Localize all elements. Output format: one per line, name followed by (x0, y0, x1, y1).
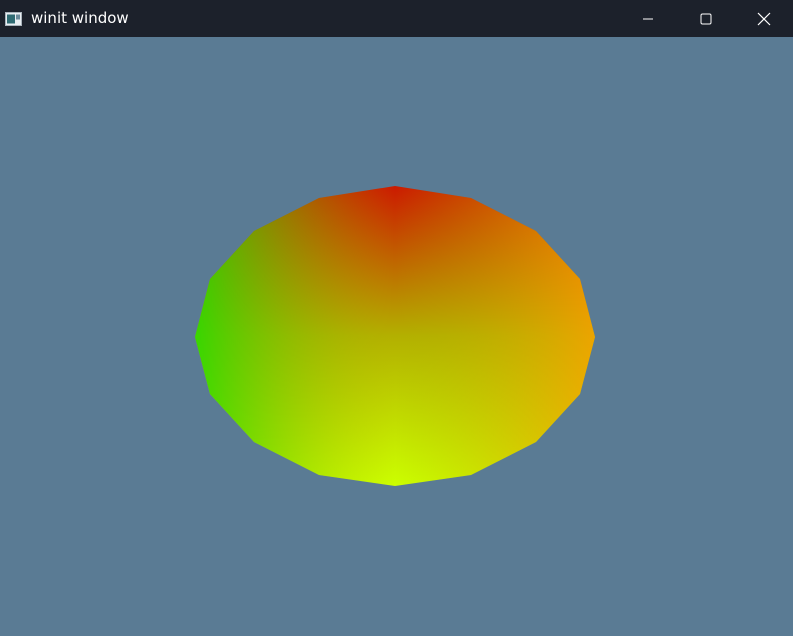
close-icon (757, 12, 771, 26)
application-window: winit window (0, 0, 793, 636)
shaded-sphere (195, 186, 595, 486)
title-bar[interactable]: winit window (0, 0, 793, 37)
minimize-icon (642, 13, 654, 25)
window-title: winit window (31, 9, 129, 27)
minimize-button[interactable] (619, 0, 677, 37)
sphere-polygon (195, 186, 595, 486)
close-button[interactable] (735, 0, 793, 37)
maximize-button[interactable] (677, 0, 735, 37)
app-window-icon (5, 11, 22, 26)
maximize-icon (700, 13, 712, 25)
render-canvas[interactable] (0, 37, 793, 636)
